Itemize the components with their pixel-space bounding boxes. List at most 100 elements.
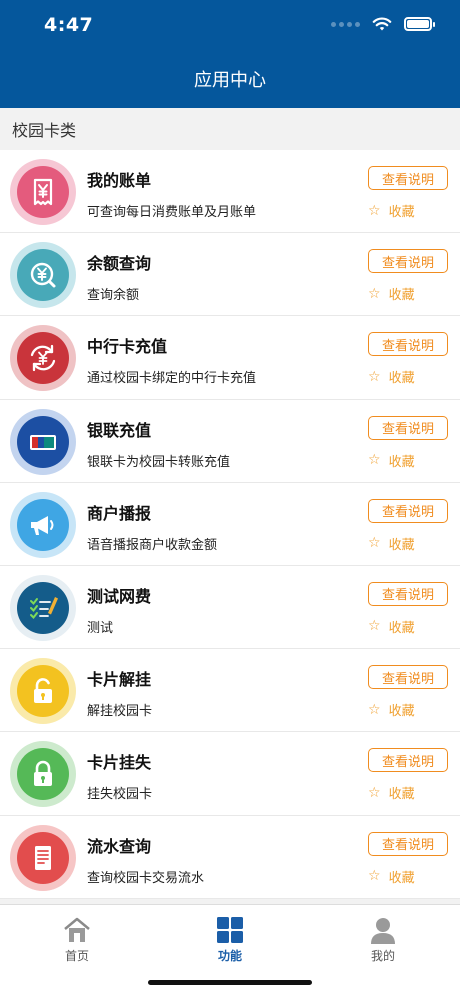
help-button[interactable]: 查看说明 — [368, 166, 448, 190]
help-button[interactable]: 查看说明 — [368, 665, 448, 690]
favorite-button[interactable]: ☆ 收藏 — [368, 367, 415, 387]
favorite-label: 收藏 — [388, 288, 415, 304]
item-title: 卡片解挂 — [87, 670, 152, 690]
document-list-icon — [17, 831, 69, 884]
item-desc: 查询余额 — [87, 288, 140, 304]
status-time: 4:47 — [44, 14, 94, 36]
item-desc: 可查询每日消费账单及月账单 — [87, 205, 257, 220]
item-desc: 解挂校园卡 — [87, 704, 153, 720]
favorite-button[interactable]: ☆ 收藏 — [368, 867, 415, 886]
signal-icon — [331, 21, 360, 27]
favorite-button[interactable]: ☆ 收藏 — [368, 783, 415, 803]
item-icon-ring — [10, 491, 76, 558]
item-title: 流水查询 — [87, 836, 152, 856]
item-icon-ring — [10, 741, 76, 808]
list-item[interactable]: 我的账单 可查询每日消费账单及月账单 查看说明 ☆ 收藏 — [0, 150, 460, 234]
grid-icon — [217, 917, 243, 943]
favorite-label: 收藏 — [388, 620, 415, 636]
tab-functions[interactable]: 功能 — [180, 915, 280, 964]
item-title: 卡片挂失 — [87, 753, 152, 773]
favorite-label: 收藏 — [388, 870, 415, 886]
item-desc: 挂失校园卡 — [87, 787, 153, 803]
home-indicator — [148, 980, 312, 985]
lock-icon — [17, 748, 69, 801]
tab-label: 首页 — [64, 949, 89, 963]
list-item[interactable]: 卡片挂失 挂失校园卡 查看说明 ☆ 收藏 — [0, 732, 460, 816]
star-icon: ☆ — [368, 784, 381, 801]
item-icon-ring — [10, 824, 76, 891]
checklist-pencil-icon — [17, 581, 69, 634]
item-icon-ring — [10, 658, 76, 725]
unionpay-card-icon — [17, 415, 69, 468]
item-title: 余额查询 — [87, 254, 152, 274]
list-item[interactable]: 银联充值 银联卡为校园卡转账充值 查看说明 ☆ 收藏 — [0, 400, 460, 483]
list-item[interactable]: 卡片解挂 解挂校园卡 查看说明 ☆ 收藏 — [0, 649, 460, 733]
favorite-button[interactable]: ☆ 收藏 — [368, 451, 415, 470]
user-icon — [371, 918, 395, 944]
item-desc: 通过校园卡绑定的中行卡充值 — [87, 371, 257, 387]
favorite-button[interactable]: ☆ 收藏 — [368, 284, 415, 304]
favorite-button[interactable]: ☆ 收藏 — [368, 201, 415, 221]
battery-icon — [404, 17, 435, 31]
favorite-label: 收藏 — [388, 371, 415, 387]
help-button[interactable]: 查看说明 — [368, 249, 448, 274]
help-button[interactable]: 查看说明 — [368, 748, 448, 773]
item-desc: 测试 — [87, 620, 114, 636]
tab-label: 我的 — [370, 949, 395, 963]
app-list: 我的账单 可查询每日消费账单及月账单 查看说明 ☆ 收藏 余额查询 查询余额 查看… — [0, 150, 460, 899]
list-item[interactable]: 商户播报 语音播报商户收款金额 查看说明 ☆ 收藏 — [0, 483, 460, 566]
favorite-button[interactable]: ☆ 收藏 — [368, 700, 415, 720]
item-title: 我的账单 — [87, 171, 152, 190]
star-icon: ☆ — [368, 618, 381, 635]
list-item[interactable]: 中行卡充值 通过校园卡绑定的中行卡充值 查看说明 ☆ 收藏 — [0, 316, 460, 400]
item-icon-ring — [10, 242, 76, 309]
star-icon: ☆ — [368, 202, 381, 219]
app-header: 4:47 应用中心 — [0, 0, 460, 108]
item-icon-ring — [10, 325, 76, 392]
item-desc: 查询校园卡交易流水 — [87, 870, 205, 886]
item-title: 银联充值 — [87, 420, 152, 440]
item-title: 商户播报 — [87, 503, 152, 523]
help-button[interactable]: 查看说明 — [368, 581, 448, 606]
item-icon-ring — [10, 408, 76, 475]
item-title: 测试网费 — [87, 586, 152, 606]
receipt-yen-icon — [17, 166, 69, 218]
help-button[interactable]: 查看说明 — [368, 415, 448, 440]
wifi-icon — [372, 17, 392, 31]
tab-mine[interactable]: 我的 — [333, 915, 433, 964]
item-desc: 语音播报商户收款金额 — [87, 537, 218, 553]
help-button[interactable]: 查看说明 — [368, 831, 448, 856]
favorite-label: 收藏 — [388, 454, 415, 470]
favorite-label: 收藏 — [388, 537, 415, 553]
favorite-label: 收藏 — [388, 704, 415, 720]
star-icon: ☆ — [368, 868, 381, 884]
favorite-label: 收藏 — [388, 205, 415, 220]
star-icon: ☆ — [368, 535, 381, 552]
favorite-button[interactable]: ☆ 收藏 — [368, 617, 415, 636]
star-icon: ☆ — [368, 701, 381, 718]
item-icon-ring — [10, 159, 76, 225]
tab-label: 功能 — [217, 949, 242, 963]
star-icon: ☆ — [368, 368, 381, 385]
yen-exchange-icon — [17, 332, 69, 385]
help-button[interactable]: 查看说明 — [368, 332, 448, 357]
list-item[interactable]: 流水查询 查询校园卡交易流水 查看说明 ☆ 收藏 — [0, 816, 460, 899]
page-title: 应用中心 — [194, 70, 266, 91]
item-desc: 银联卡为校园卡转账充值 — [87, 454, 231, 470]
unlock-icon — [17, 665, 69, 718]
list-item[interactable]: 余额查询 查询余额 查看说明 ☆ 收藏 — [0, 233, 460, 317]
tab-home[interactable]: 首页 — [27, 915, 127, 964]
megaphone-icon — [17, 498, 69, 551]
status-icons — [331, 14, 435, 34]
item-title: 中行卡充值 — [87, 337, 168, 357]
star-icon: ☆ — [368, 452, 381, 469]
favorite-button[interactable]: ☆ 收藏 — [368, 534, 415, 553]
section-title: 校园卡类 — [0, 108, 460, 150]
help-button[interactable]: 查看说明 — [368, 498, 448, 523]
star-icon: ☆ — [368, 285, 381, 302]
item-icon-ring — [10, 574, 76, 641]
list-item[interactable]: 测试网费 测试 查看说明 ☆ 收藏 — [0, 566, 460, 650]
favorite-label: 收藏 — [388, 787, 415, 803]
yen-search-icon — [17, 249, 69, 302]
home-icon — [64, 917, 90, 942]
